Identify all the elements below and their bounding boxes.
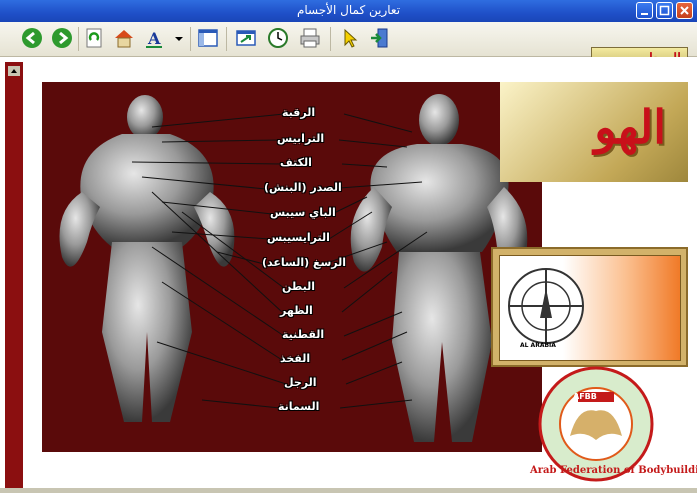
history-icon xyxy=(268,28,288,48)
seal-text: AL ARABIA xyxy=(520,342,556,349)
resize-icon xyxy=(236,30,256,46)
toolbar: A الهودا xyxy=(0,22,697,75)
pointer-line xyxy=(341,271,393,313)
muscle-label: الرسغ (الساعد) xyxy=(262,256,347,269)
dropdown-arrow-icon xyxy=(175,37,183,41)
pointer-line xyxy=(161,139,280,143)
pointer-line xyxy=(343,113,413,133)
toolbar-separator xyxy=(190,27,191,51)
toolbar-separator xyxy=(78,27,79,51)
forward-button[interactable] xyxy=(50,26,74,50)
muscle-chart: الرقبة الترابيس الكتف الصدر (البنش) الباي سي… xyxy=(42,82,542,452)
federation-name: Arab Federation of Bodybuilding xyxy=(530,465,697,476)
toolbar-separator xyxy=(330,27,331,51)
history-button[interactable] xyxy=(266,26,290,50)
toolbar-separator xyxy=(226,27,227,51)
pointer-line xyxy=(339,399,413,409)
font-dropdown[interactable] xyxy=(172,26,186,50)
svg-text:A: A xyxy=(147,29,161,48)
seal-emblem-icon xyxy=(508,268,584,344)
muscle-label: الكتف xyxy=(280,156,312,169)
pointer-line xyxy=(131,161,283,165)
resize-button[interactable] xyxy=(234,26,258,50)
refresh-button[interactable] xyxy=(83,26,107,50)
title-bar: تعارين كمال الأجسام xyxy=(0,0,697,22)
pointer-line xyxy=(343,231,428,289)
minimize-button[interactable] xyxy=(636,2,653,19)
pointer-line xyxy=(345,361,403,385)
pointer-line xyxy=(171,231,270,240)
muscle-label: الظهر xyxy=(280,304,313,317)
pointer-line xyxy=(141,176,267,190)
bottom-scroll-edge xyxy=(0,488,697,493)
home-button[interactable] xyxy=(112,26,136,50)
federation-abbr: AFBB xyxy=(573,392,597,401)
maximize-button[interactable] xyxy=(656,2,673,19)
scroll-up-arrow[interactable] xyxy=(8,66,20,76)
pointer-line xyxy=(151,113,285,128)
pointer-button[interactable] xyxy=(338,26,362,50)
muscle-label: السمانة xyxy=(278,400,320,413)
seal-panel: AL ARABIA xyxy=(499,255,681,361)
panel-button[interactable] xyxy=(196,26,220,50)
back-button[interactable] xyxy=(20,26,44,50)
font-button[interactable]: A xyxy=(142,26,166,50)
pointer-line xyxy=(156,341,287,385)
header-title: الهو xyxy=(594,100,666,154)
side-scrollbar[interactable] xyxy=(5,62,23,488)
header-banner: الهو xyxy=(500,82,688,182)
pointer-line xyxy=(338,139,408,148)
pointer-line xyxy=(181,211,285,289)
font-icon: A xyxy=(146,29,162,48)
muscle-label: الترابيس xyxy=(277,132,325,145)
panel-icon xyxy=(198,29,218,47)
pointer-line xyxy=(341,163,388,168)
muscle-label: الباي سيبس xyxy=(270,206,336,219)
pointer-line xyxy=(341,331,408,361)
muscle-label: الفخذ xyxy=(280,352,311,365)
print-button[interactable] xyxy=(298,26,322,50)
muscle-label: البطن xyxy=(282,280,316,293)
pointer-icon xyxy=(344,28,358,48)
pointer-line xyxy=(343,311,403,337)
muscle-label: الرقبة xyxy=(282,106,316,119)
back-icon xyxy=(22,28,42,48)
pointer-line xyxy=(201,399,281,409)
seal-frame: AL ARABIA xyxy=(491,247,688,367)
window-title: تعارين كمال الأجسام xyxy=(296,3,401,17)
muscle-label: الصدر (البنش) xyxy=(264,181,342,194)
muscle-label: الرجل xyxy=(284,376,317,389)
muscle-label: الترايسيبس xyxy=(267,231,330,244)
forward-icon xyxy=(52,28,72,48)
close-icon xyxy=(680,6,689,15)
minimize-icon xyxy=(641,13,648,15)
exit-button[interactable] xyxy=(368,26,392,50)
maximize-icon xyxy=(659,5,670,16)
close-button[interactable] xyxy=(676,2,693,19)
refresh-icon xyxy=(86,28,102,48)
exit-icon xyxy=(371,28,388,48)
home-icon xyxy=(115,30,133,48)
muscle-label: القطنية xyxy=(282,328,325,341)
print-icon xyxy=(300,28,320,48)
pointer-line xyxy=(331,196,368,215)
pointer-line xyxy=(151,191,283,313)
pointer-line xyxy=(161,201,273,215)
